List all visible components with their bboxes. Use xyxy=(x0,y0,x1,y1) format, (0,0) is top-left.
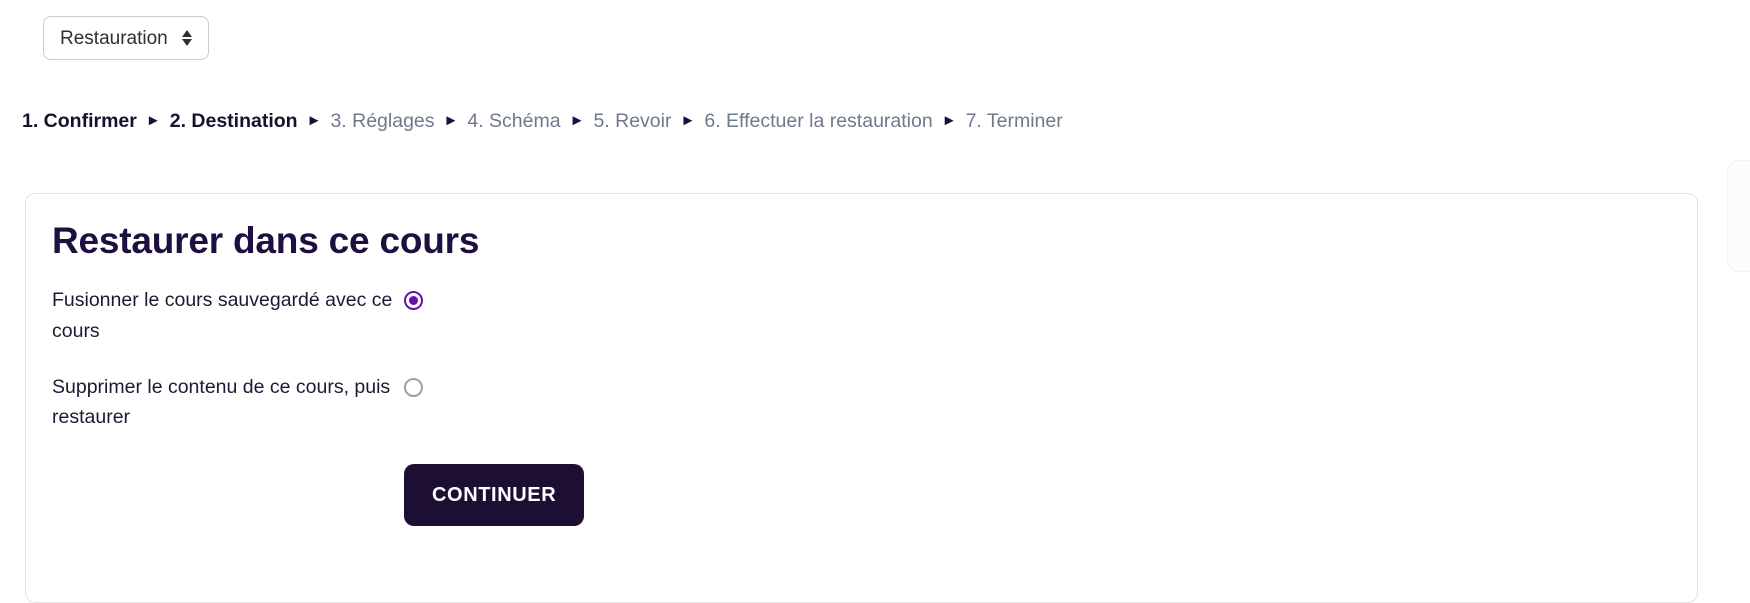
step-5-revoir[interactable]: 5. Revoir xyxy=(593,111,671,132)
step-separator-icon: ► xyxy=(941,112,957,130)
radio-delete-then-restore[interactable] xyxy=(404,377,423,397)
restore-type-select[interactable]: Restauration xyxy=(43,16,209,60)
step-separator-icon: ► xyxy=(569,112,585,130)
option-row-merge: Fusionner le cours sauvegardé avec ce co… xyxy=(52,285,1697,345)
select-toolbar: Restauration xyxy=(0,0,1750,60)
step-4-schema[interactable]: 4. Schéma xyxy=(467,111,560,132)
option-row-delete-then-restore: Supprimer le contenu de ce cours, puis r… xyxy=(52,372,1697,432)
card-actions: CONTINUER xyxy=(52,464,1697,527)
step-separator-icon: ► xyxy=(443,112,459,130)
page-title: Restaurer dans ce cours xyxy=(52,220,480,261)
restore-destination-card: Restaurer dans ce cours Fusionner le cou… xyxy=(25,193,1698,603)
radio-merge-into-course[interactable] xyxy=(404,291,423,311)
continue-button[interactable]: CONTINUER xyxy=(404,464,585,527)
up-down-chevrons-icon xyxy=(181,30,192,46)
step-6-effectuer-la-restauration[interactable]: 6. Effectuer la restauration xyxy=(704,111,932,132)
option-label-delete-then-restore: Supprimer le contenu de ce cours, puis r… xyxy=(52,375,391,429)
step-1-confirmer[interactable]: 1. Confirmer xyxy=(22,111,137,132)
step-7-terminer[interactable]: 7. Terminer xyxy=(966,111,1063,132)
step-separator-icon: ► xyxy=(145,112,161,130)
right-edge-panel xyxy=(1727,160,1750,272)
restore-type-select-value: Restauration xyxy=(60,27,168,49)
restore-steps-breadcrumb: 1. Confirmer ► 2. Destination ► 3. Régla… xyxy=(0,111,1750,132)
step-separator-icon: ► xyxy=(680,112,696,130)
step-2-destination[interactable]: 2. Destination xyxy=(170,111,298,132)
step-separator-icon: ► xyxy=(306,112,322,130)
step-3-reglages[interactable]: 3. Réglages xyxy=(330,111,434,132)
option-label-merge: Fusionner le cours sauvegardé avec ce co… xyxy=(52,289,393,342)
